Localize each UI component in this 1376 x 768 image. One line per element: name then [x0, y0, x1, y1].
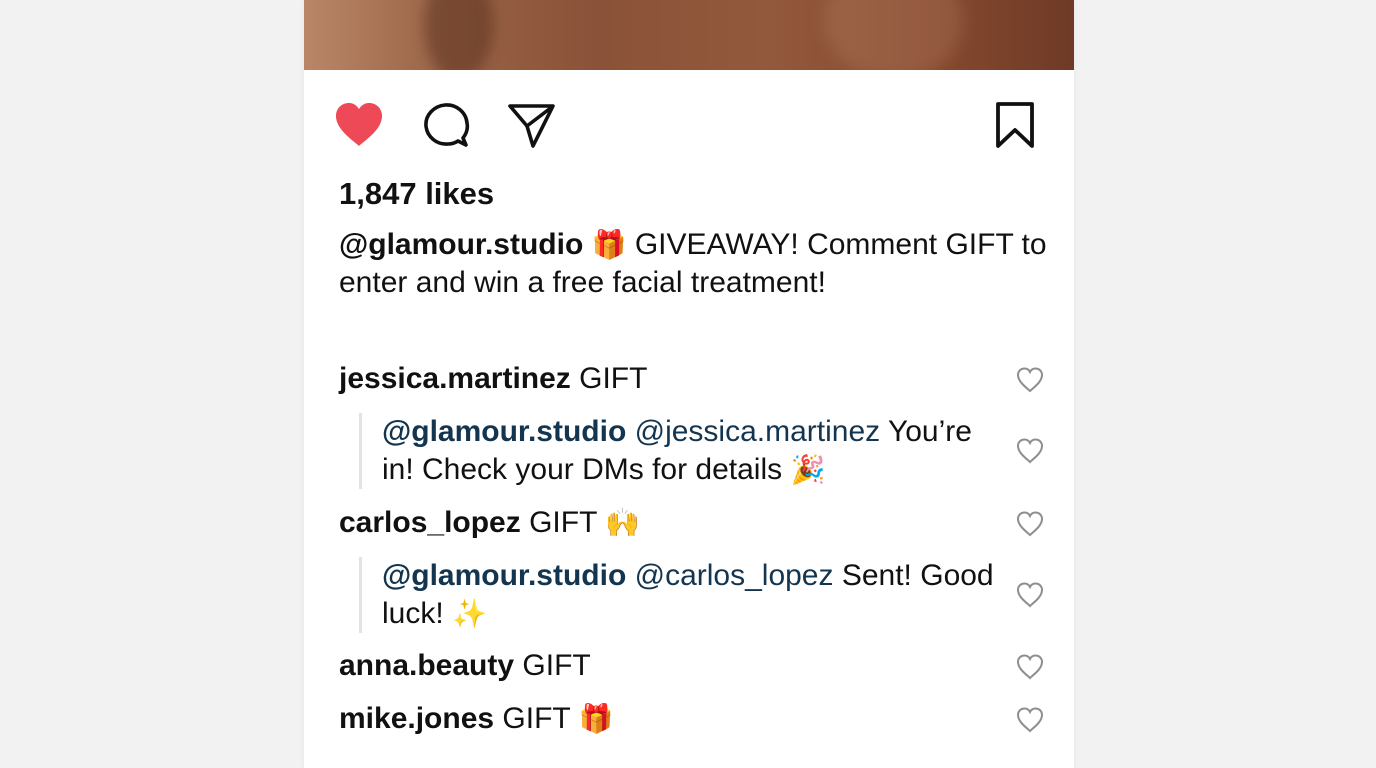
comment-username[interactable]: anna.beauty [339, 649, 514, 682]
reply-author[interactable]: @glamour.studio [382, 415, 626, 448]
heart-filled-icon [336, 103, 382, 146]
post-caption: @glamour.studio 🎁 GIVEAWAY! Comment GIFT… [339, 226, 1049, 302]
heart-outline-icon [1016, 582, 1044, 608]
post-image[interactable] [304, 0, 1074, 70]
comment-like-button[interactable] [1014, 651, 1046, 683]
comment-item: carlos_lopez GIFT 🙌 [339, 504, 999, 542]
heart-outline-icon [1016, 367, 1044, 393]
raising-hands-emoji: 🙌 [605, 506, 641, 539]
reply-item: @glamour.studio @carlos_lopez Sent! Good… [359, 557, 1002, 633]
reply-like-button[interactable] [1014, 579, 1046, 611]
reply-author[interactable]: @glamour.studio [382, 559, 626, 592]
comment-like-button[interactable] [1014, 364, 1046, 396]
reply-mention[interactable]: @carlos_lopez [635, 559, 834, 592]
comment-text: GIFT [579, 362, 648, 395]
sparkles-emoji: ✨ [452, 597, 487, 630]
caption-username[interactable]: @glamour.studio [339, 228, 583, 261]
comment-item: anna.beauty GIFT [339, 647, 999, 685]
reply-item: @glamour.studio @jessica.martinez You’re… [359, 413, 1002, 489]
heart-outline-icon [1016, 438, 1044, 464]
share-button[interactable] [504, 98, 558, 152]
heart-outline-icon [1016, 654, 1044, 680]
gift-emoji: 🎁 [578, 702, 614, 735]
comment-like-button[interactable] [1014, 508, 1046, 540]
comment-like-button[interactable] [1014, 704, 1046, 736]
comment-item: mike.jones GIFT 🎁 [339, 700, 999, 738]
comment-username[interactable]: mike.jones [339, 702, 494, 735]
comment-bubble-icon [424, 103, 470, 147]
gift-emoji: 🎁 [591, 228, 627, 261]
like-button[interactable] [332, 98, 386, 152]
reply-mention[interactable]: @jessica.martinez [635, 415, 881, 448]
post-card: 1,847 likes @glamour.studio 🎁 GIVEAWAY! … [304, 0, 1074, 768]
comment-text: GIFT [502, 702, 571, 735]
comment-text: GIFT [522, 649, 591, 682]
save-button[interactable] [988, 98, 1042, 152]
comment-text: GIFT [529, 506, 597, 539]
party-popper-emoji: 🎉 [790, 453, 826, 486]
paper-plane-icon [508, 104, 555, 148]
comment-item: jessica.martinez GIFT [339, 360, 999, 398]
comment-username[interactable]: jessica.martinez [339, 362, 571, 395]
reply-like-button[interactable] [1014, 435, 1046, 467]
comment-button[interactable] [419, 98, 473, 152]
like-count[interactable]: 1,847 likes [339, 176, 494, 212]
action-bar [304, 98, 1074, 152]
bookmark-icon [996, 102, 1034, 148]
heart-outline-icon [1016, 511, 1044, 537]
heart-outline-icon [1016, 707, 1044, 733]
comment-username[interactable]: carlos_lopez [339, 506, 521, 539]
